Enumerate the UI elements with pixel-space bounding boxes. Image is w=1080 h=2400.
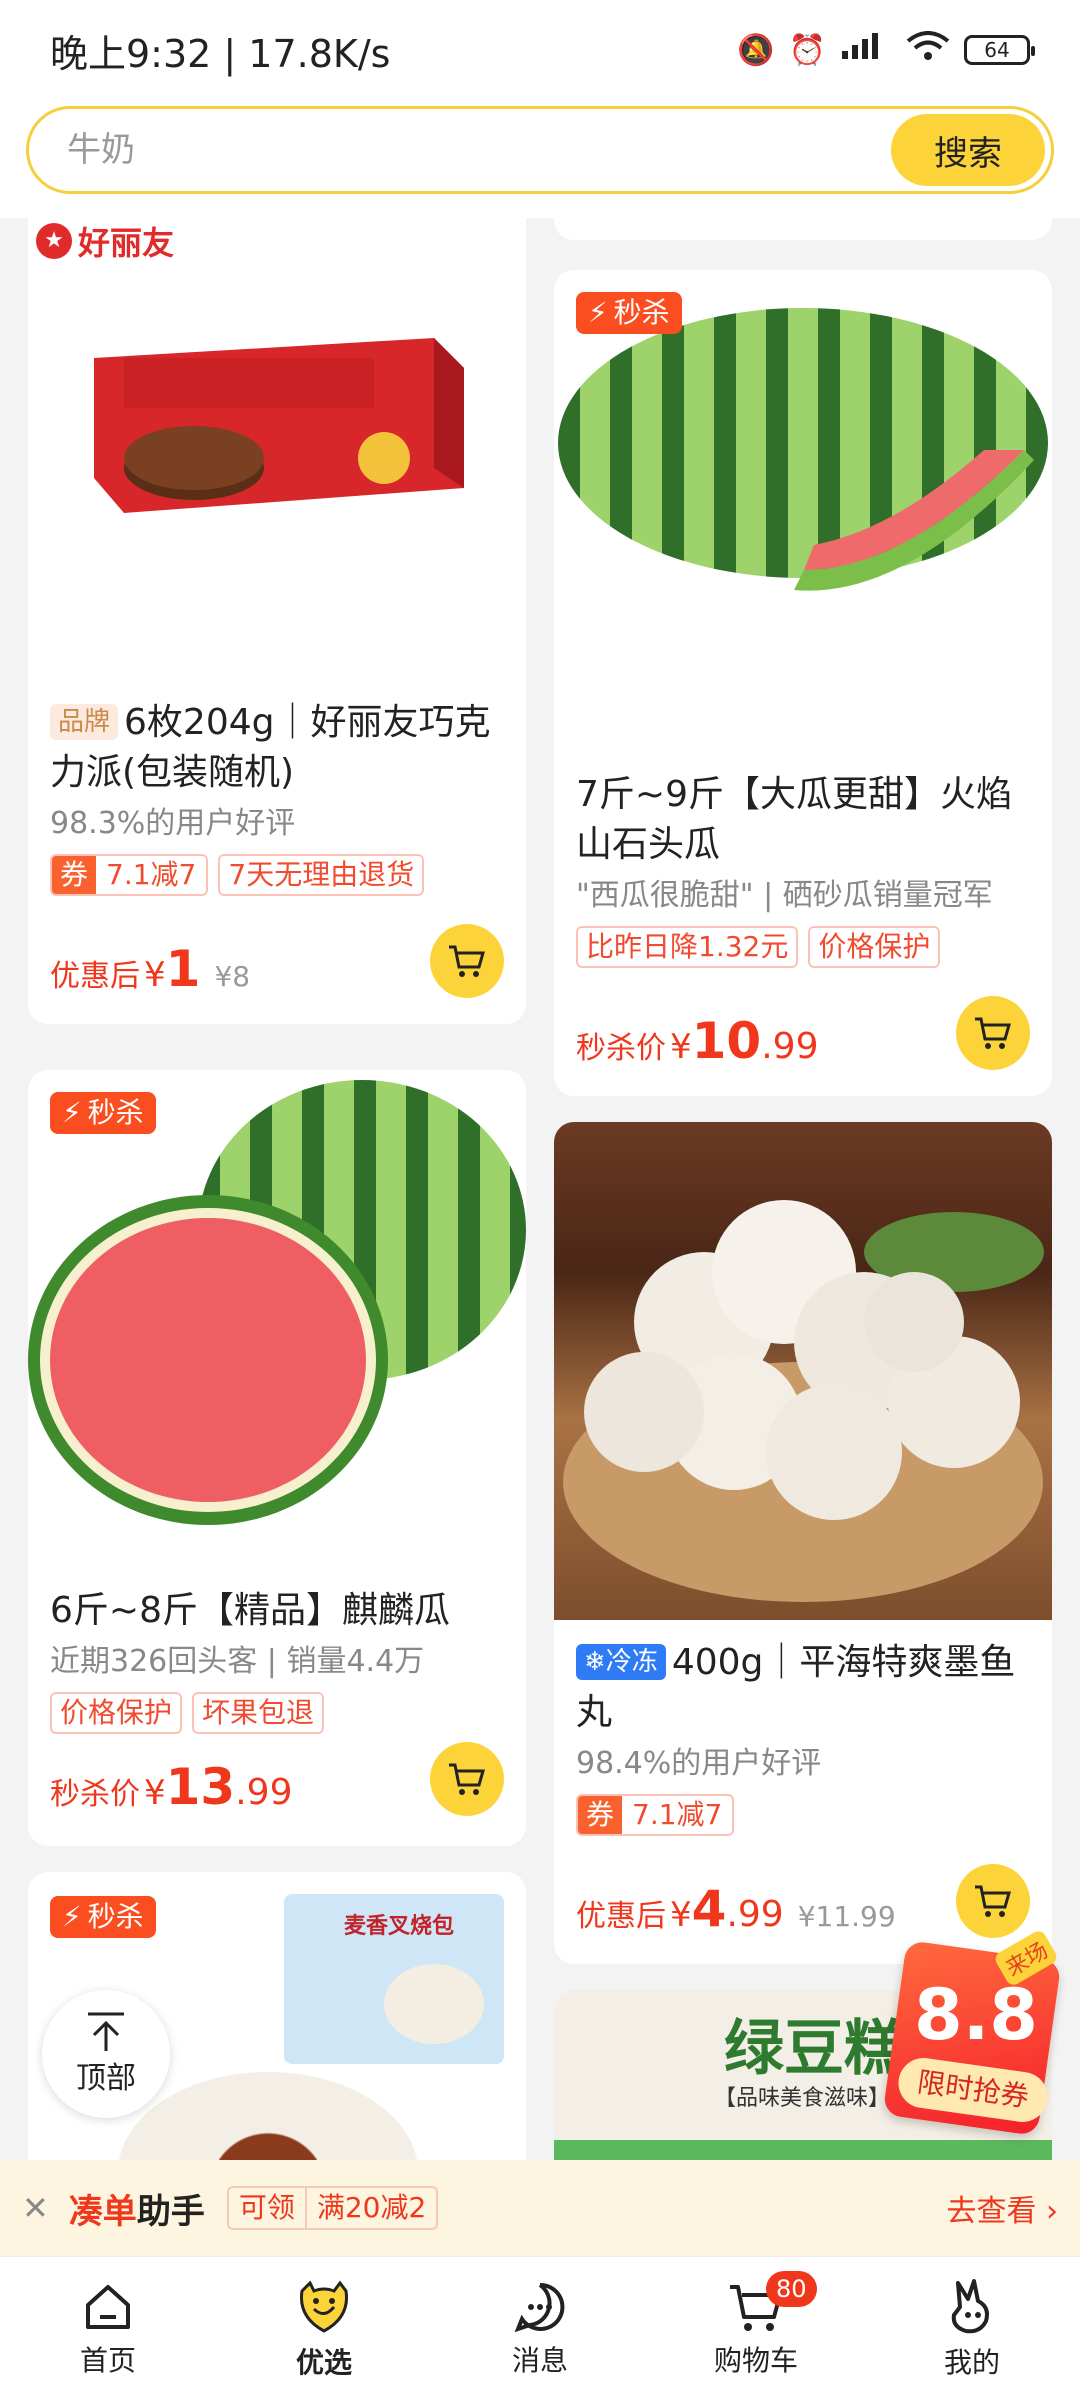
lightning-icon: ⚡ <box>588 296 608 329</box>
view-helper-link[interactable]: 去查看 › <box>946 2186 1058 2230</box>
nav-item-messages[interactable]: 消息 <box>432 2257 648 2400</box>
coupon-chip: 券 7.1减7 <box>576 1794 735 1836</box>
star-logo-icon: ★ <box>36 223 72 259</box>
search-box: 搜索 <box>26 106 1054 194</box>
search-input[interactable] <box>29 130 891 170</box>
product-chips: 价格保护 坏果包退 <box>50 1692 504 1734</box>
watermelon-slice-image <box>794 450 1034 591</box>
product-card-fish-balls[interactable]: ❄冷冻 400g｜平海特爽墨鱼丸 98.4%的用户好评 券 7.1减7 优惠后 ¥… <box>554 1122 1052 1964</box>
search-button[interactable]: 搜索 <box>891 114 1045 186</box>
product-feed[interactable]: ★ 好丽友 品牌 6枚204g｜好丽友巧克力派(包装随机) 98.3%的用户好评 … <box>0 218 1080 2160</box>
price-value: 13 <box>165 1758 236 1816</box>
bundle-helper-bar[interactable]: ✕ 凑单助手 可领 满20减2 去查看 › <box>0 2160 1080 2256</box>
mute-icon: 🔕 <box>737 32 775 68</box>
price-protect-chip: 价格保护 <box>808 926 941 968</box>
signal-icon <box>840 31 892 69</box>
lightning-icon: ⚡ <box>62 1096 82 1129</box>
product-chips: 券 7.1减7 7天无理由退货 <box>50 854 504 896</box>
product-chips: 比昨日降1.32元 价格保护 <box>576 926 1030 968</box>
cart-icon <box>449 945 485 977</box>
brand-logo: ★ 好丽友 <box>36 218 174 264</box>
message-icon <box>514 2282 565 2332</box>
return-chip: 7天无理由退货 <box>218 854 425 896</box>
price-row: 优惠后 ¥ 4 .99 ¥11.99 <box>576 1880 896 1938</box>
price-row: 秒杀价 ¥ 10 .99 <box>576 1012 819 1070</box>
status-time: 晚上9:32 | 17.8K/s <box>50 31 391 76</box>
product-rating: 98.3%的用户好评 <box>50 806 296 841</box>
bad-fruit-refund-chip: 坏果包退 <box>192 1692 325 1734</box>
cart-icon <box>449 1763 485 1795</box>
status-bar: 晚上9:32 | 17.8K/s 🔕 ⏰ 64 <box>0 0 1080 100</box>
nav-item-cart[interactable]: 80 购物车 <box>648 2257 864 2400</box>
nav-item-profile[interactable]: 我的 <box>864 2257 1080 2400</box>
snowflake-icon: ❄ <box>584 1647 606 1677</box>
price-value: 10 <box>691 1012 762 1070</box>
limited-coupon-promo[interactable]: 来场 8.8元 限时抢券 <box>882 1928 1062 2140</box>
product-subtitle: "西瓜很脆甜" | 硒砂瓜销量冠军 <box>576 878 993 913</box>
product-card-choco-pie[interactable]: ★ 好丽友 品牌 6枚204g｜好丽友巧克力派(包装随机) 98.3%的用户好评 … <box>28 218 526 1024</box>
flash-sale-badge: ⚡ 秒杀 <box>50 1092 156 1134</box>
price-protect-chip: 价格保护 <box>50 1692 183 1734</box>
bottom-nav: 首页 优选 消息 80 购物车 我的 <box>0 2256 1080 2400</box>
original-price: ¥11.99 <box>797 1900 896 1933</box>
product-card-qilin-melon[interactable]: ⚡ 秒杀 6斤~8斤【精品】麒麟瓜 近期326回头客 | 销量4.4万 价格保护 … <box>28 1070 526 1846</box>
helper-coupon-tags: 可领 满20减2 <box>226 2186 439 2230</box>
battery-icon: 64 <box>964 35 1035 65</box>
bun-image <box>118 2072 418 2160</box>
wifi-icon <box>906 31 950 69</box>
coupon-chip: 券 7.1减7 <box>50 854 209 896</box>
product-title: ❄冷冻 400g｜平海特爽墨鱼丸 <box>576 1642 1016 1733</box>
add-to-cart-button[interactable] <box>956 996 1030 1070</box>
product-card-watermelon-stone[interactable]: ⚡ 秒杀 7斤~9斤【大瓜更甜】火焰山石头瓜 "西瓜很脆甜" | 硒砂瓜销量冠军 … <box>554 270 1052 1096</box>
price-row: 秒杀价 ¥ 13 .99 <box>50 1758 293 1816</box>
price-drop-chip: 比昨日降1.32元 <box>576 926 799 968</box>
helper-title: 凑单助手 <box>68 2191 205 2232</box>
product-title: 6斤~8斤【精品】麒麟瓜 <box>50 1590 450 1631</box>
bun-package-image: 麦香叉烧包 <box>284 1894 504 2064</box>
price-value: 4 <box>691 1880 727 1938</box>
cart-count-badge: 80 <box>766 2271 817 2307</box>
status-icons: 🔕 ⏰ 64 <box>737 31 1035 69</box>
home-icon <box>86 2284 130 2329</box>
price-row: 优惠后 ¥ 1 ¥8 <box>50 940 251 998</box>
original-price: ¥8 <box>214 960 251 993</box>
back-to-top-button[interactable]: 顶部 <box>42 1990 170 2118</box>
flash-sale-badge: ⚡ 秒杀 <box>576 292 682 334</box>
youxuan-icon <box>299 2279 349 2333</box>
add-to-cart-button[interactable] <box>956 1864 1030 1938</box>
alarm-icon: ⏰ <box>788 32 826 68</box>
nav-item-youxuan[interactable]: 优选 <box>216 2257 432 2400</box>
add-to-cart-button[interactable] <box>430 1742 504 1816</box>
arrow-up-icon <box>88 2012 124 2051</box>
product-title: 品牌 6枚204g｜好丽友巧克力派(包装随机) <box>50 702 491 793</box>
brand-tag: 品牌 <box>50 704 119 740</box>
lightning-icon: ⚡ <box>62 1900 82 1933</box>
frozen-tag: ❄冷冻 <box>576 1644 666 1680</box>
cart-icon <box>975 1885 1011 1917</box>
product-rating: 98.4%的用户好评 <box>576 1746 822 1781</box>
product-image-choco-pie <box>84 318 474 518</box>
add-to-cart-button[interactable] <box>430 924 504 998</box>
search-bar: 搜索 <box>0 100 1080 218</box>
product-chips: 券 7.1减7 <box>576 1794 1030 1836</box>
cart-icon <box>975 1017 1011 1049</box>
close-icon[interactable]: ✕ <box>22 2189 49 2227</box>
price-value: 1 <box>165 940 201 998</box>
product-card-partial[interactable] <box>554 218 1052 240</box>
product-title: 7斤~9斤【大瓜更甜】火焰山石头瓜 <box>576 774 1012 865</box>
product-image-fish-balls <box>554 1122 1052 1620</box>
watermelon-half-image <box>28 1195 388 1525</box>
profile-icon <box>951 2278 989 2333</box>
product-subtitle: 近期326回头客 | 销量4.4万 <box>50 1644 425 1679</box>
flash-sale-badge: ⚡ 秒杀 <box>50 1896 156 1938</box>
nav-item-home[interactable]: 首页 <box>0 2257 216 2400</box>
